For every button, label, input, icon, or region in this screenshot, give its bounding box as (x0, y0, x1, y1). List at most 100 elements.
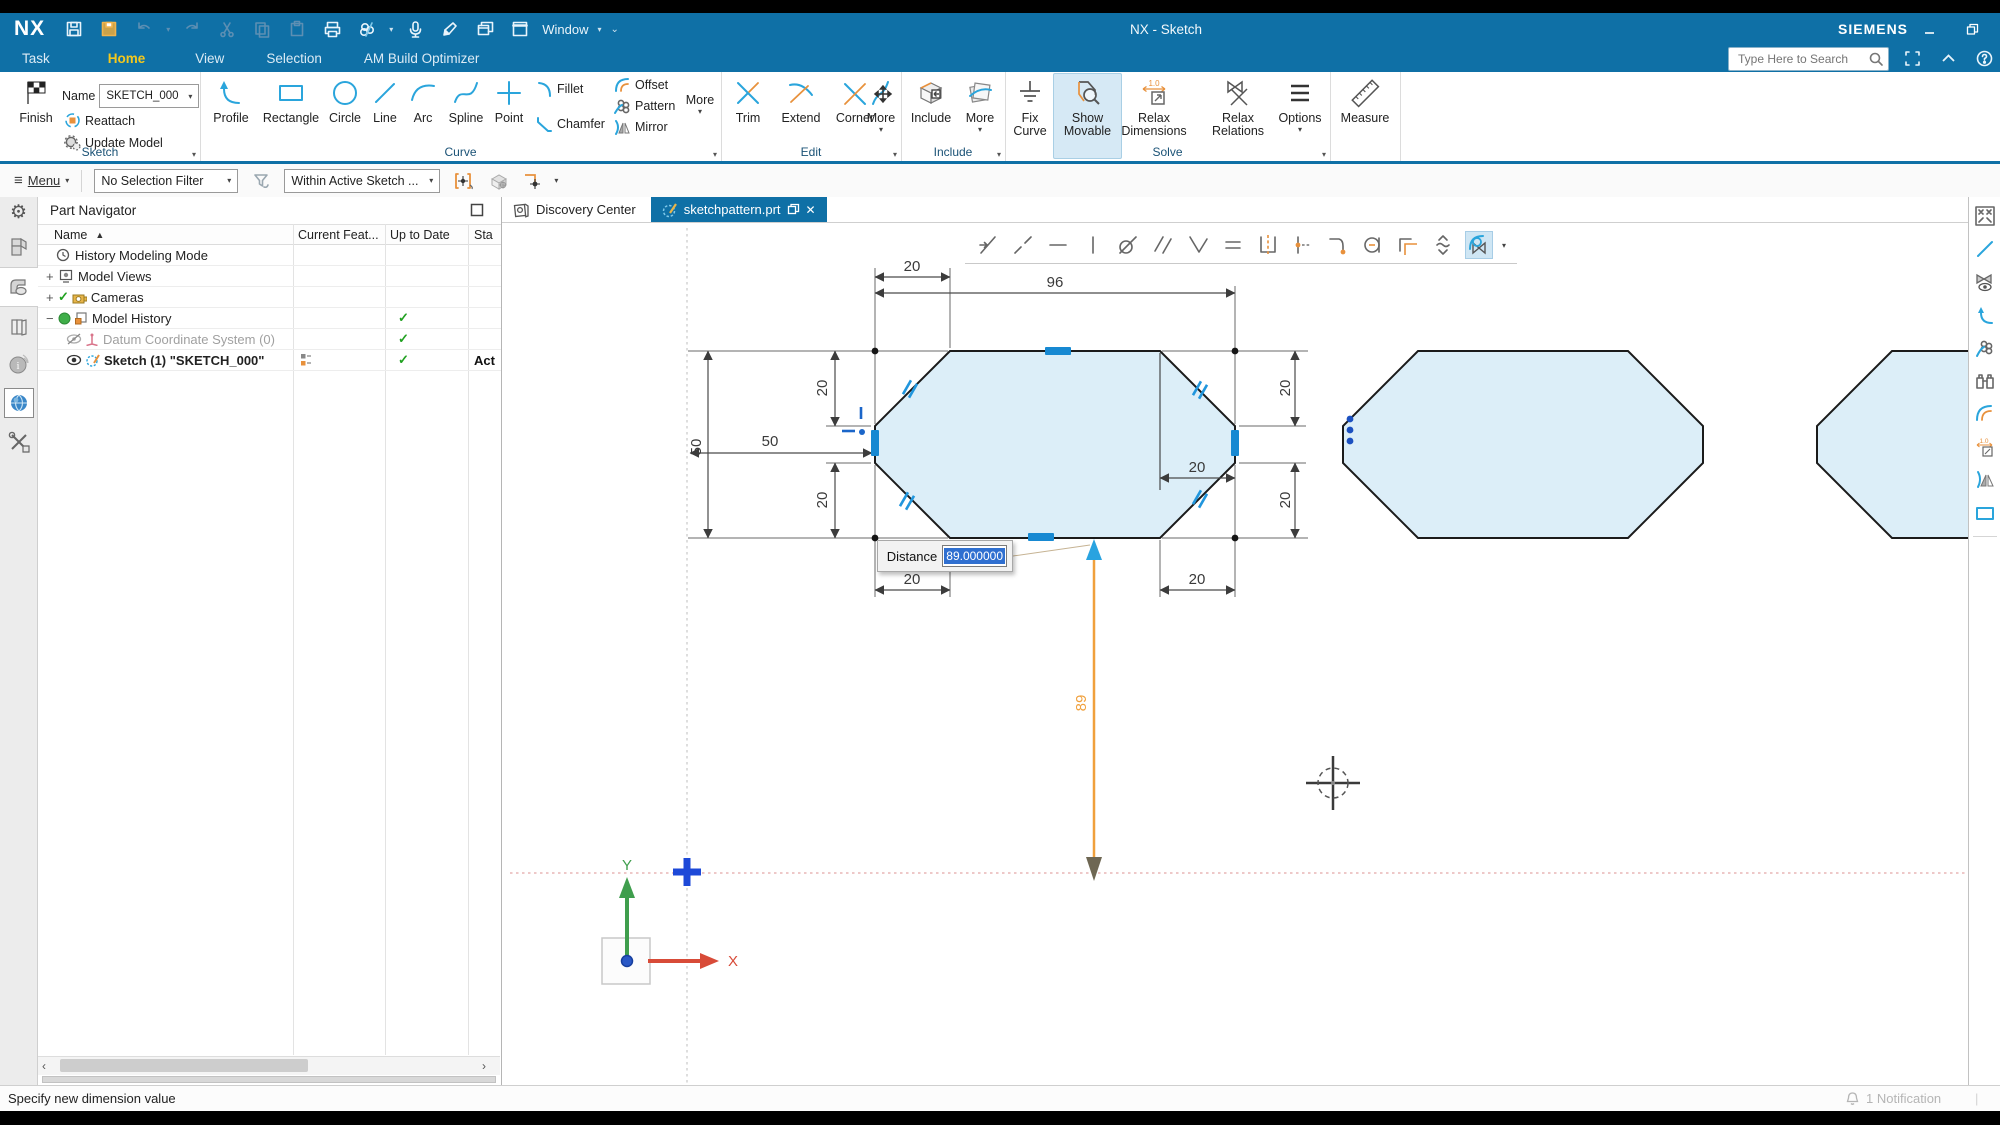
search-input[interactable] (1736, 51, 1868, 67)
sketch-group-launcher-icon[interactable]: ▾ (192, 150, 196, 159)
assembly-navigator-icon[interactable] (6, 234, 32, 260)
pattern-button[interactable]: Pattern (613, 95, 675, 116)
trim-button[interactable]: Trim (726, 74, 770, 125)
drag-handle-icon[interactable] (881, 545, 882, 567)
relax-dimensions-tool-icon[interactable]: 1.0 (1972, 434, 1998, 460)
redo-icon[interactable] (179, 16, 205, 42)
constraint-equal-length-icon[interactable] (1220, 232, 1246, 258)
constraint-point-on-curve-icon[interactable] (1010, 232, 1036, 258)
tab-home[interactable]: Home (94, 42, 160, 75)
constraint-uniform-scale-icon[interactable] (1430, 232, 1456, 258)
window-stack-icon[interactable] (472, 16, 498, 42)
column-current-feat[interactable]: Current Feat... (298, 228, 379, 242)
origin-plus-marker[interactable] (673, 858, 701, 886)
line-button[interactable]: Line (367, 74, 403, 125)
copy-icon[interactable] (249, 16, 275, 42)
tools-icon[interactable] (6, 429, 32, 455)
resource-gear-icon[interactable]: ⚙ (10, 203, 27, 223)
mirror-tool-icon[interactable] (1972, 467, 1998, 493)
float-window-icon[interactable] (787, 203, 800, 216)
fit-view-icon[interactable] (1972, 203, 1998, 229)
filter-reset-icon[interactable] (248, 168, 274, 194)
fillet-button[interactable]: Fillet (535, 78, 605, 99)
eye-icon[interactable] (66, 354, 82, 366)
scope-combo[interactable]: Within Active Sketch ... ▾ (284, 169, 440, 193)
constraint-corner-icon[interactable] (1325, 232, 1351, 258)
relax-relations-button[interactable]: Relax Relations (1203, 74, 1273, 138)
partnav-hscrollbar[interactable]: ‹ › (38, 1056, 500, 1075)
info-icon[interactable]: i (6, 351, 32, 377)
constraint-horizontal-icon[interactable] (1045, 232, 1071, 258)
tab-selection[interactable]: Selection (252, 45, 336, 72)
selection-filter-combo[interactable]: No Selection Filter ▾ (94, 169, 238, 193)
touch-mode-icon[interactable] (437, 16, 463, 42)
constraint-symmetric-icon[interactable] (1255, 232, 1281, 258)
sketch-name-combo[interactable]: SKETCH_000 ▾ (99, 84, 199, 108)
part-navigator-tab[interactable] (0, 267, 38, 307)
command-finder-icon[interactable] (354, 16, 380, 42)
profile-button[interactable]: Profile (203, 74, 259, 125)
scrollbar-thumb[interactable] (60, 1059, 308, 1072)
web-browser-icon[interactable] (4, 388, 34, 418)
customize-qat-icon[interactable]: ⌄ (610, 24, 618, 35)
table-row-sketch[interactable]: Sketch (1) "SKETCH_000" ✓ Act (38, 350, 501, 371)
solve-group-launcher-icon[interactable]: ▾ (1322, 150, 1326, 159)
column-status[interactable]: Sta (474, 228, 493, 242)
spline-button[interactable]: Spline (443, 74, 489, 125)
hexagon-profile-1[interactable] (875, 351, 1235, 538)
dim-width[interactable]: 96 (1047, 274, 1064, 291)
minimize-button[interactable] (1916, 16, 1942, 42)
chamfer-button[interactable]: Chamfer (535, 113, 605, 134)
restore-button[interactable] (1959, 16, 1985, 42)
pattern-instance-points[interactable] (1347, 416, 1354, 445)
include-group-launcher-icon[interactable]: ▾ (997, 150, 1001, 159)
paste-icon[interactable] (284, 16, 310, 42)
snap-midpoint-icon[interactable] (486, 168, 512, 194)
distance-input[interactable]: 89.000000 (942, 545, 1007, 567)
tab-sketchpattern-prt[interactable]: sketchpattern.prt ✕ (651, 197, 827, 222)
constraint-concentric-icon[interactable] (1360, 232, 1386, 258)
sketch-canvas[interactable]: 20 96 20 50 50 20 20 20 20 20 20 89 (505, 222, 1968, 1085)
finish-sketch-button[interactable]: Finish (10, 74, 62, 125)
curve-group-launcher-icon[interactable]: ▾ (713, 150, 717, 159)
cut-icon[interactable] (214, 16, 240, 42)
command-finder-dropdown-icon[interactable]: ▾ (389, 25, 393, 34)
line-tool-icon[interactable] (1972, 236, 1998, 262)
notification-area[interactable]: 1 Notification (1845, 1091, 1941, 1106)
find-icon[interactable] (1972, 368, 1998, 394)
column-up-to-date[interactable]: Up to Date (390, 228, 450, 242)
expand-icon[interactable]: + (46, 290, 56, 305)
fullscreen-icon[interactable] (1899, 46, 1925, 72)
microphone-icon[interactable] (402, 16, 428, 42)
print-icon[interactable] (319, 16, 345, 42)
constraint-parallel-icon[interactable] (1150, 232, 1176, 258)
table-row-model-history[interactable]: − Model History ✓ (38, 308, 501, 329)
close-tab-icon[interactable]: ✕ (806, 203, 816, 217)
eye-slash-icon[interactable] (66, 333, 82, 345)
constraint-offset-icon[interactable] (1395, 232, 1421, 258)
coincident-constraints[interactable] (842, 407, 865, 435)
arc-button[interactable]: Arc (403, 74, 443, 125)
constraint-coincident-icon[interactable] (975, 232, 1001, 258)
options-button[interactable]: Options ▾ (1275, 74, 1325, 134)
dim-bottom-left[interactable]: 20 (904, 571, 921, 588)
table-row-history-mode[interactable]: History Modeling Mode (38, 245, 501, 266)
window-menu[interactable]: Window (542, 22, 588, 37)
origin-point[interactable] (622, 956, 633, 967)
save-as-icon[interactable] (96, 16, 122, 42)
table-row-model-views[interactable]: + Model Views (38, 266, 501, 287)
tab-discovery-center[interactable]: Discovery Center (502, 197, 647, 222)
dim-left-offset[interactable]: 50 (762, 433, 779, 450)
display-constraints-toggle-icon[interactable] (1465, 231, 1493, 259)
dim-bottom-right[interactable]: 20 (1189, 571, 1206, 588)
snap-point-icon[interactable] (452, 168, 478, 194)
collapse-icon[interactable]: − (46, 311, 56, 326)
measure-button[interactable]: Measure (1336, 74, 1394, 125)
help-icon[interactable] (1971, 46, 1997, 72)
dim-right-lower[interactable]: 20 (1277, 492, 1294, 509)
table-row-datum-csys[interactable]: Datum Coordinate System (0) ✓ (38, 329, 501, 350)
extend-button[interactable]: Extend (774, 74, 828, 125)
constraint-midpoint-icon[interactable] (1290, 232, 1316, 258)
snap-options-dropdown-icon[interactable]: ▾ (554, 176, 558, 185)
dim-inner-right[interactable]: 20 (1189, 459, 1206, 476)
